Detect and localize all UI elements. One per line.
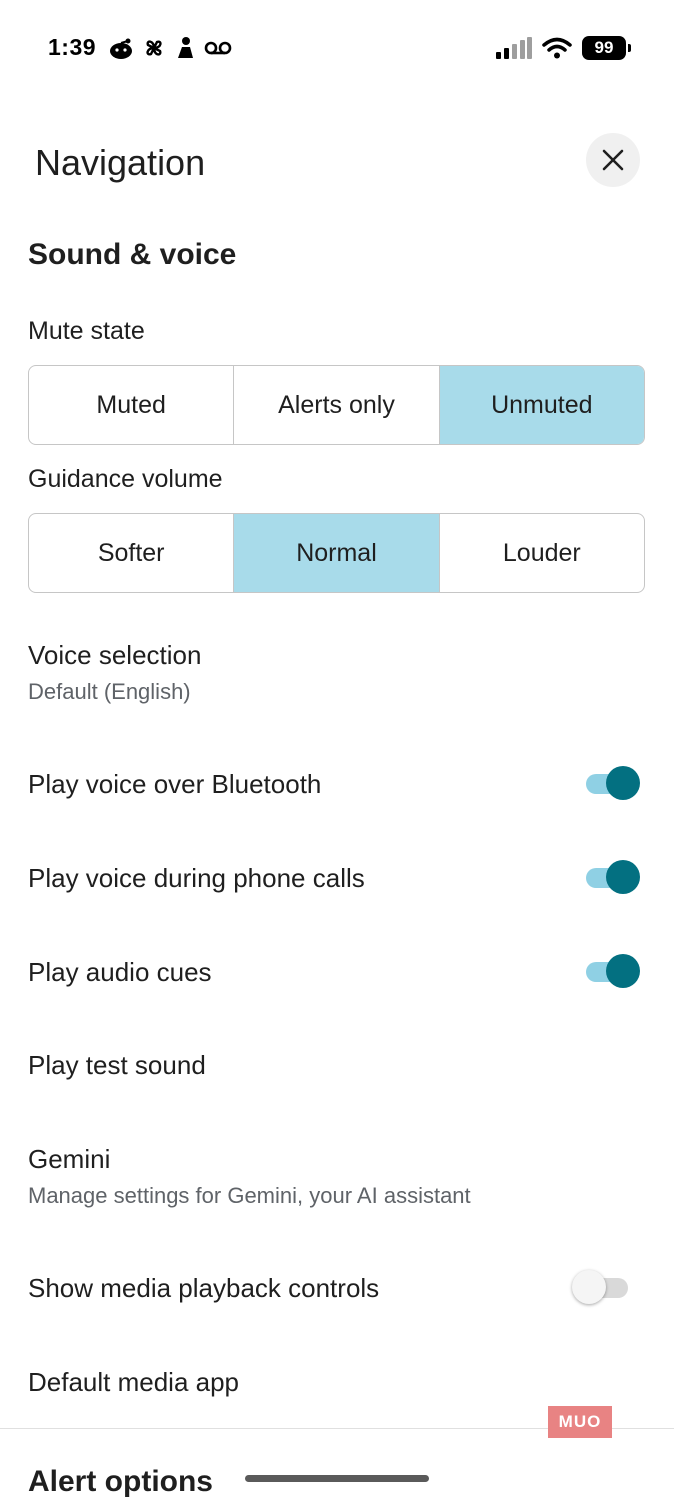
pinwheel-icon	[146, 40, 162, 56]
play-voice-calls-label: Play voice during phone calls	[28, 863, 365, 893]
gemini-subtitle: Manage settings for Gemini, your AI assi…	[28, 1183, 471, 1208]
battery-indicator: 99	[582, 36, 631, 60]
play-audio-cues-toggle[interactable]	[586, 953, 642, 989]
guidance-volume-label: Guidance volume	[28, 465, 223, 493]
section-title-alert-options: Alert options	[28, 1465, 213, 1498]
mute-option-unmuted[interactable]: Unmuted	[439, 366, 644, 444]
mute-state-label: Mute state	[28, 317, 145, 345]
signal-icon	[496, 37, 532, 59]
media-playback-toggle[interactable]	[572, 1269, 628, 1305]
volume-option-softer[interactable]: Softer	[29, 514, 235, 592]
close-button[interactable]	[586, 133, 640, 187]
gemini-title: Gemini	[28, 1144, 111, 1174]
mute-state-selector: Muted Alerts only Unmuted	[28, 365, 645, 445]
volume-option-normal[interactable]: Normal	[234, 514, 440, 592]
home-indicator[interactable]	[245, 1475, 429, 1482]
mute-option-muted[interactable]: Muted	[29, 366, 235, 444]
play-voice-bluetooth-label: Play voice over Bluetooth	[28, 769, 322, 799]
media-playback-label: Show media playback controls	[28, 1273, 380, 1303]
muo-watermark: MUO	[548, 1406, 612, 1438]
page-title: Navigation	[35, 142, 206, 183]
mute-option-alerts-only[interactable]: Alerts only	[234, 366, 440, 444]
volume-option-louder[interactable]: Louder	[440, 514, 644, 592]
system-icons: 99	[496, 36, 631, 60]
close-icon	[602, 149, 624, 171]
figure-icon	[178, 37, 193, 58]
default-media-app-row[interactable]: Default media app	[28, 1367, 239, 1398]
play-audio-cues-label: Play audio cues	[28, 957, 212, 987]
status-bar: 1:39 99	[0, 0, 674, 100]
voice-selection-title: Voice selection	[28, 640, 202, 670]
voicemail-icon	[204, 41, 232, 55]
play-voice-bluetooth-toggle[interactable]	[586, 765, 642, 801]
wifi-icon	[542, 37, 572, 59]
play-voice-calls-toggle[interactable]	[586, 859, 642, 895]
reddit-icon	[110, 38, 132, 59]
section-title-sound-voice: Sound & voice	[28, 238, 237, 271]
voice-selection-value: Default (English)	[28, 679, 191, 704]
play-test-sound-button[interactable]: Play test sound	[28, 1050, 206, 1081]
status-time: 1:39	[48, 34, 97, 60]
guidance-volume-selector: Softer Normal Louder	[28, 513, 645, 593]
notification-icons	[108, 36, 232, 60]
